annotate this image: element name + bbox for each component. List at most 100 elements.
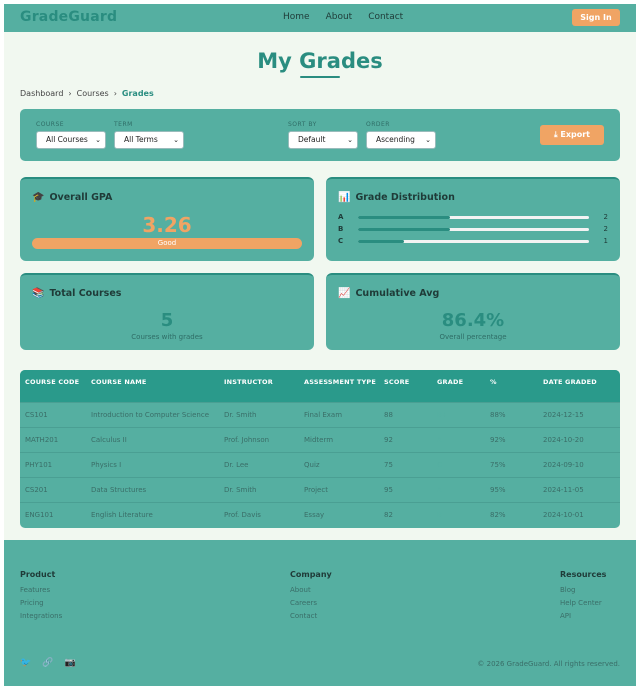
footer-link[interactable]: Careers: [290, 599, 332, 607]
footer-link[interactable]: Blog: [560, 586, 606, 594]
distribution-fill: [358, 240, 405, 243]
bar-chart-icon: 📊: [338, 192, 351, 203]
table-row[interactable]: CS101 Introduction to Computer Science D…: [20, 402, 620, 427]
term-filter-label: TERM: [114, 121, 133, 128]
nav-about[interactable]: About: [326, 12, 353, 22]
sign-in-button[interactable]: Sign In: [572, 9, 620, 26]
distribution-track: [358, 228, 589, 231]
table-cell: PHY101: [25, 460, 53, 469]
title-underline: [300, 76, 340, 78]
distribution-grade: A: [338, 213, 344, 221]
page-title: My Grades: [257, 49, 383, 73]
table-row[interactable]: CS201 Data Structures Dr. Smith Project …: [20, 477, 620, 502]
nav-home[interactable]: Home: [283, 12, 310, 22]
course-select-value: All Courses: [46, 135, 88, 144]
grade-distribution-card: 📊 Grade Distribution A 2 B 2 C 1: [326, 177, 620, 261]
column-header[interactable]: COURSE CODE: [20, 370, 86, 402]
table-cell: Essay: [304, 510, 325, 519]
table-cell: Prof. Davis: [224, 510, 261, 519]
term-select[interactable]: All Terms ⌄: [114, 131, 184, 149]
filter-bar: COURSE All Courses ⌄ TERM All Terms ⌄ SO…: [20, 109, 620, 161]
grade-badge: B+: [437, 410, 448, 419]
footer-link[interactable]: API: [560, 612, 606, 620]
course-filter: COURSE All Courses ⌄: [36, 121, 106, 149]
table-cell: 92: [384, 435, 393, 444]
breadcrumb-current: Grades: [121, 89, 154, 98]
table-cell: Physics I: [91, 460, 122, 469]
page-frame: GradeGuard Home About Contact Sign In My…: [4, 4, 636, 686]
table-cell: Data Structures: [91, 485, 147, 494]
footer-link[interactable]: Integrations: [20, 612, 62, 620]
table-row[interactable]: MATH201 Calculus II Prof. Johnson Midter…: [20, 427, 620, 452]
column-header[interactable]: DATE GRADED: [538, 370, 620, 402]
breadcrumb-dashboard[interactable]: Dashboard: [20, 89, 63, 98]
breadcrumb: Dashboard › Courses › Grades: [20, 89, 154, 98]
books-icon: 📚: [32, 288, 45, 299]
footer-column-title: Product: [20, 570, 56, 579]
breadcrumb-courses[interactable]: Courses: [77, 89, 109, 98]
distribution-track: [358, 240, 589, 243]
chevron-down-icon: ⌄: [173, 136, 179, 144]
cumulative-avg-card: 📈 Cumulative Avg 86.4% Overall percentag…: [326, 273, 620, 350]
sort-select[interactable]: Default ⌄: [288, 131, 358, 149]
nav-contact[interactable]: Contact: [368, 12, 403, 22]
copyright-text: © 2026 GradeGuard. All rights reserved.: [477, 660, 620, 668]
table-row[interactable]: PHY101 Physics I Dr. Lee Quiz 75 C 75% 2…: [20, 452, 620, 477]
download-icon: ⤓: [554, 130, 558, 139]
column-header[interactable]: INSTRUCTOR: [219, 370, 299, 402]
footer-column-resources: Resources Blog Help Center API: [560, 570, 606, 625]
table-cell: 2024-12-15: [543, 410, 584, 419]
gpa-card: 🎓 Overall GPA 3.26 Good: [20, 177, 314, 261]
total-courses-title: 📚 Total Courses: [32, 288, 121, 299]
table-cell: Dr. Smith: [224, 485, 257, 494]
breadcrumb-separator: ›: [113, 89, 117, 98]
table-cell: CS201: [25, 485, 48, 494]
table-cell: Final Exam: [304, 410, 343, 419]
cumulative-avg-value: 86.4%: [441, 310, 505, 331]
table-cell: 2024-10-20: [543, 435, 584, 444]
gpa-card-title: 🎓 Overall GPA: [32, 192, 112, 203]
chevron-down-icon: ⌄: [425, 136, 431, 144]
table-cell: Prof. Johnson: [224, 435, 270, 444]
camera-icon[interactable]: 📷: [64, 658, 75, 668]
column-header[interactable]: %: [485, 370, 538, 402]
table-cell: 2024-09-10: [543, 460, 584, 469]
distribution-title-text: Grade Distribution: [355, 192, 455, 203]
column-header[interactable]: SCORE: [379, 370, 432, 402]
table-cell: 75%: [490, 460, 506, 469]
order-select[interactable]: Ascending ⌄: [366, 131, 436, 149]
social-links: 🐦 🔗 📷: [20, 658, 76, 668]
footer-link[interactable]: Pricing: [20, 599, 62, 607]
sort-filter: SORT BY Default ⌄: [288, 121, 358, 149]
export-button[interactable]: ⤓ Export: [540, 125, 604, 145]
footer-link[interactable]: About: [290, 586, 332, 594]
bird-icon[interactable]: 🐦: [20, 658, 31, 668]
column-header[interactable]: COURSE NAME: [86, 370, 219, 402]
table-cell: 88%: [490, 410, 506, 419]
course-select[interactable]: All Courses ⌄: [36, 131, 106, 149]
sort-select-value: Default: [298, 135, 326, 144]
distribution-count: 2: [603, 225, 608, 233]
footer-column-title: Company: [290, 570, 332, 579]
table-cell: Dr. Smith: [224, 410, 257, 419]
term-select-value: All Terms: [124, 135, 158, 144]
order-select-value: Ascending: [376, 135, 415, 144]
table-row[interactable]: ENG101 English Literature Prof. Davis Es…: [20, 502, 620, 527]
footer-column-company: Company About Careers Contact: [290, 570, 332, 625]
footer-link[interactable]: Features: [20, 586, 62, 594]
column-header[interactable]: GRADE: [432, 370, 485, 402]
footer-link[interactable]: Help Center: [560, 599, 606, 607]
link-icon[interactable]: 🔗: [42, 658, 53, 668]
chevron-down-icon: ⌄: [95, 136, 101, 144]
course-filter-label: COURSE: [36, 121, 65, 128]
export-label: Export: [560, 130, 590, 139]
site-footer: Product Features Pricing Integrations Co…: [4, 540, 636, 686]
brand-logo[interactable]: GradeGuard: [20, 9, 117, 25]
distribution-count: 2: [603, 213, 608, 221]
column-header[interactable]: ASSESSMENT TYPE: [299, 370, 379, 402]
gpa-title-text: Overall GPA: [49, 192, 113, 203]
footer-link[interactable]: Contact: [290, 612, 332, 620]
table-cell: 75: [384, 460, 393, 469]
grade-badge: C: [437, 460, 442, 469]
table-cell: 2024-10-01: [543, 510, 584, 519]
